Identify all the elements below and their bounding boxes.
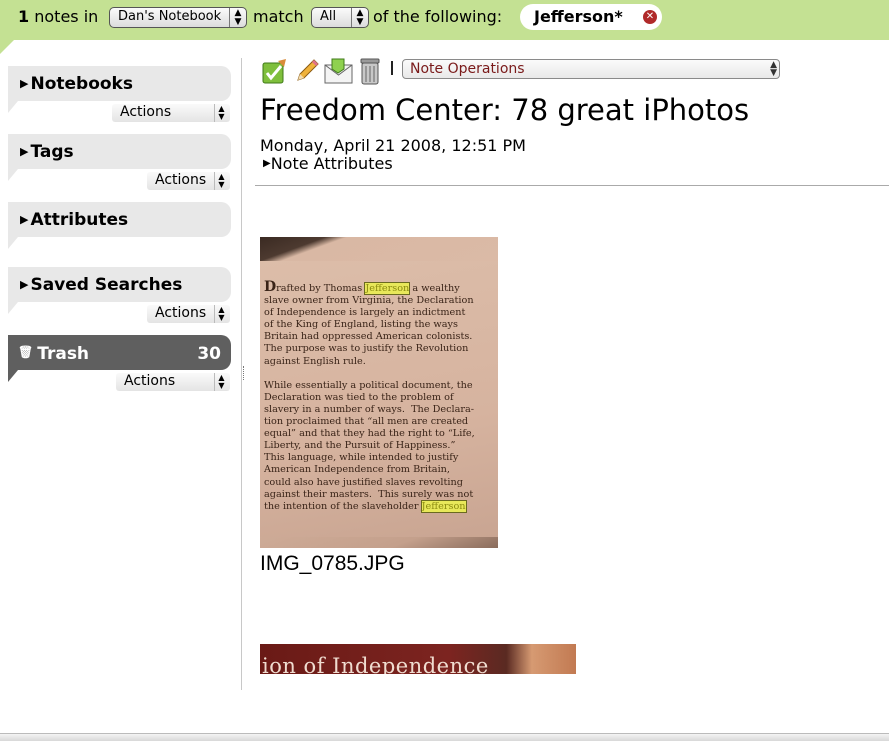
note-image-declaration[interactable]: Drafted by Thomas Jefferson a wealthy sl… xyxy=(260,237,498,548)
photo-text-line: Declaration was tied to the problem of xyxy=(264,391,454,403)
photo-text-line: While essentially a political document, … xyxy=(264,379,473,391)
notebook-select[interactable]: Dan's Notebook ▲ ▼ xyxy=(109,7,247,28)
photo-text-line: a wealthy xyxy=(412,283,460,294)
sidebar-attributes-header[interactable]: ▶ Attributes xyxy=(8,202,231,237)
photo-text-line: The purpose was to justify the Revolutio… xyxy=(264,343,469,355)
photo-text-line: the intention of the slaveholder xyxy=(264,500,419,512)
photo-text-line: rafted by Thomas xyxy=(276,283,363,294)
disclosure-triangle-icon: ▶ xyxy=(20,145,29,158)
photo-text-line: slave owner from Virginia, the Declarati… xyxy=(264,295,474,307)
notebooks-actions-label: Actions xyxy=(120,104,172,120)
note-title[interactable]: Freedom Center: 78 great iPhotos xyxy=(260,93,749,127)
note-header-divider xyxy=(255,185,889,186)
photo-text-line: Britain had oppressed American colonists… xyxy=(264,331,473,343)
disclosure-triangle-icon: ▶ xyxy=(263,158,271,169)
search-highlight: Jefferson xyxy=(364,282,411,295)
trash-actions-select[interactable]: Actions ▲ ▼ xyxy=(116,373,230,391)
photo-dropcap: D xyxy=(264,279,277,295)
edit-note-icon[interactable] xyxy=(261,57,289,85)
search-term-text: Jefferson* xyxy=(534,7,623,26)
photo-text-line: against English rule. xyxy=(264,355,366,367)
note-operations-label: Note Operations xyxy=(410,61,525,77)
select-arrows-icon: ▲ ▼ xyxy=(214,373,228,391)
note-operations-select[interactable]: Note Operations ▲ ▼ xyxy=(402,59,780,79)
sidebar-attributes-label: Attributes xyxy=(30,210,129,230)
image-filename-caption: IMG_0785.JPG xyxy=(260,552,405,575)
notebook-select-value: Dan's Notebook xyxy=(118,9,222,24)
pencil-icon[interactable] xyxy=(293,57,321,85)
notebooks-actions-select[interactable]: Actions ▲ ▼ xyxy=(112,104,230,122)
sidebar-saved-searches-label: Saved Searches xyxy=(30,275,183,295)
select-arrows-icon: ▲ ▼ xyxy=(214,104,228,122)
saved-searches-actions-label: Actions xyxy=(155,305,207,321)
select-arrows-icon: ▲ ▼ xyxy=(351,8,368,27)
search-highlight: Jefferson xyxy=(420,499,467,513)
photo-text-line: slavery in a number of ways. The Declara… xyxy=(264,403,475,415)
photo-text-line: tion proclaimed that “all men are create… xyxy=(264,416,469,428)
saved-searches-actions-select[interactable]: Actions ▲ ▼ xyxy=(147,305,230,323)
email-icon[interactable] xyxy=(324,57,353,85)
note-attributes-label: Note Attributes xyxy=(270,154,393,173)
pane-resize-handle[interactable] xyxy=(243,366,245,380)
tags-actions-select[interactable]: Actions ▲ ▼ xyxy=(147,172,230,190)
note-image-second[interactable]: ion of Independence xyxy=(260,644,576,674)
photo-text-line: American Independence from Britain, xyxy=(264,464,450,476)
photo-text-line: of Independence is largely an indictment xyxy=(264,307,466,319)
photo-text-line: Liberty, and the Pursuit of Happiness.” xyxy=(264,440,456,452)
dock-strip xyxy=(0,734,889,741)
sidebar-tags-label: Tags xyxy=(30,142,74,162)
notes-in-label: notes in xyxy=(34,7,99,26)
trash-actions-label: Actions xyxy=(124,373,176,389)
sidebar-notch xyxy=(8,370,18,382)
clear-search-icon[interactable]: ✕ xyxy=(643,10,657,24)
note-count: 1 notes in xyxy=(18,7,98,26)
sidebar-notebooks-header[interactable]: ▶ Notebooks xyxy=(8,66,231,101)
disclosure-triangle-icon: ▶ xyxy=(20,77,29,90)
tags-actions-label: Actions xyxy=(155,172,207,188)
disclosure-triangle-icon: ▶ xyxy=(20,278,29,291)
match-label: match xyxy=(253,7,304,26)
select-arrows-icon: ▲ ▼ xyxy=(770,60,777,78)
sidebar-notch xyxy=(8,101,18,113)
match-mode-select[interactable]: All ▲ ▼ xyxy=(311,7,369,28)
disclosure-triangle-icon: ▶ xyxy=(20,213,29,226)
select-arrows-icon: ▲ ▼ xyxy=(214,172,228,190)
photo-text-line: equal” and that they had the right to “L… xyxy=(264,428,475,440)
sidebar-notebooks-label: Notebooks xyxy=(30,74,133,94)
sidebar-saved-searches-header[interactable]: ▶ Saved Searches xyxy=(8,267,231,302)
trash-icon: 🗑 xyxy=(18,345,34,359)
sidebar-tags-header[interactable]: ▶ Tags xyxy=(8,134,231,169)
pane-divider xyxy=(241,58,242,690)
select-arrows-icon: ▲ ▼ xyxy=(214,305,228,323)
photo-text-line: against their masters. This surely was n… xyxy=(264,488,474,500)
match-mode-value: All xyxy=(320,9,337,24)
photo-text-line: ion of Independence xyxy=(262,654,489,674)
note-attributes-toggle[interactable]: ▶Note Attributes xyxy=(263,154,393,173)
note-count-number: 1 xyxy=(18,7,30,26)
filter-bar-notch xyxy=(0,40,14,54)
photo-text-block: Drafted by Thomas Jefferson a wealthy sl… xyxy=(264,279,496,513)
sidebar-notch xyxy=(8,302,18,314)
toolbar-separator xyxy=(391,61,393,75)
sidebar-trash-label: Trash xyxy=(37,344,90,364)
note-date: Monday, April 21 2008, 12:51 PM xyxy=(260,136,526,155)
sidebar-notch xyxy=(8,237,18,249)
search-filter-bar: 1 notes in Dan's Notebook ▲ ▼ match All ▲… xyxy=(0,0,889,40)
search-term-token[interactable]: Jefferson* ✕ xyxy=(520,4,662,30)
photo-text-line: of the King of England, listing the ways xyxy=(264,319,458,331)
trash-count-badge: 30 xyxy=(197,344,221,364)
photo-text-line: could also have justified slaves revolti… xyxy=(264,476,463,488)
trash-can-icon[interactable] xyxy=(358,57,382,85)
photo-text-line: This language, while intended to justify xyxy=(264,452,459,464)
sidebar-trash-item[interactable]: 🗑 Trash 30 xyxy=(8,335,231,370)
of-following-label: of the following: xyxy=(373,7,503,26)
sidebar-notch xyxy=(8,169,18,181)
select-arrows-icon: ▲ ▼ xyxy=(229,8,246,27)
